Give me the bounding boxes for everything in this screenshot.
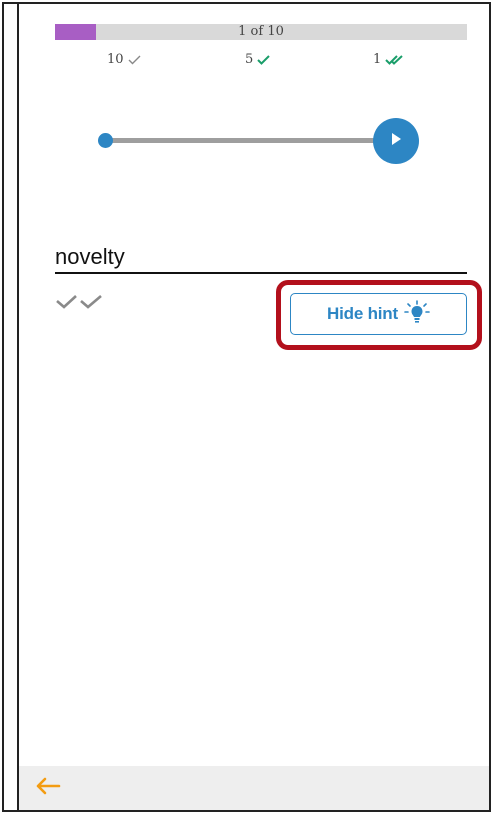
- hide-hint-label: Hide hint: [327, 304, 398, 323]
- play-button[interactable]: [373, 118, 419, 164]
- double-check-icon: [55, 294, 107, 315]
- answer-underline: [55, 272, 467, 274]
- stat-count: 1: [373, 52, 382, 67]
- play-icon: [389, 131, 403, 152]
- answer-word: novelty: [55, 244, 125, 269]
- stat-mastered: 1: [373, 52, 404, 67]
- hide-hint-button[interactable]: Hide hint: [290, 293, 467, 335]
- check-icon: [128, 55, 141, 65]
- bottom-bar: [19, 766, 489, 810]
- audio-seek-track[interactable]: [105, 138, 395, 143]
- audio-player: [97, 116, 427, 164]
- lightbulb-icon: [404, 299, 430, 329]
- arrow-left-icon: [35, 777, 61, 800]
- stat-correct: 5: [245, 52, 270, 67]
- back-button[interactable]: [35, 774, 65, 802]
- progress-bar: 1 of 10: [55, 24, 467, 40]
- stat-reviewed: 10: [107, 52, 141, 67]
- check-icon: [257, 54, 270, 65]
- audio-seek-thumb[interactable]: [98, 133, 113, 148]
- stat-count: 5: [245, 52, 254, 67]
- stat-count: 10: [107, 52, 124, 67]
- double-check-icon: [385, 54, 404, 65]
- progress-label: 1 of 10: [238, 24, 284, 39]
- app-screen: 1 of 10 10 5 1 novelty Hide hint: [19, 4, 489, 810]
